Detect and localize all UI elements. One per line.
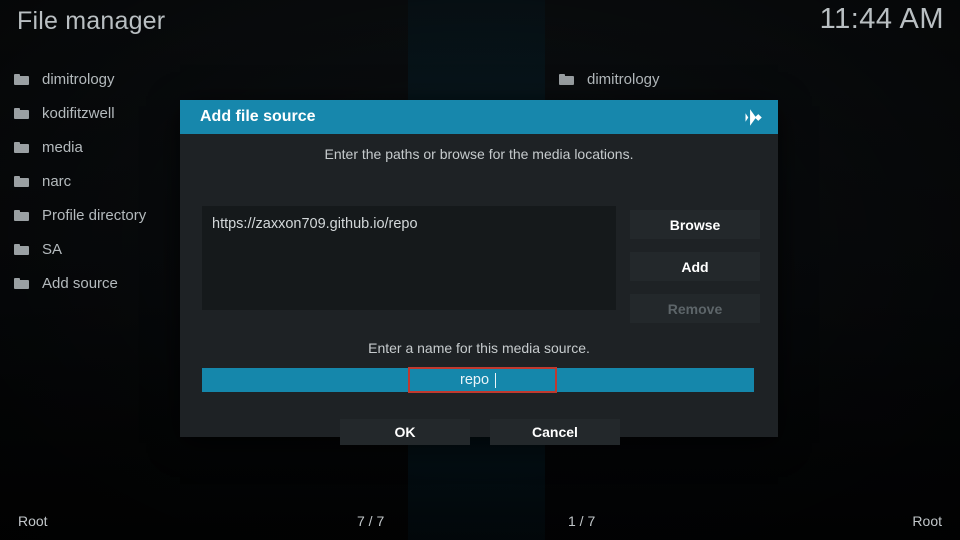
list-item-label: dimitrology [42, 70, 115, 88]
folder-icon [14, 209, 29, 221]
browse-button[interactable]: Browse [630, 210, 760, 239]
dialog-title: Add file source [200, 108, 316, 125]
path-list-item[interactable]: https://zaxxon709.github.io/repo [212, 216, 418, 232]
folder-icon [14, 141, 29, 153]
page-title: File manager [17, 7, 166, 35]
remove-button: Remove [630, 294, 760, 323]
dialog-body: Enter the paths or browse for the media … [180, 134, 778, 445]
list-item-label: Profile directory [42, 206, 147, 224]
add-file-source-dialog: Add file source Enter the paths or brows… [180, 100, 778, 445]
list-item-label: dimitrology [587, 70, 660, 88]
source-name-value: repo [459, 372, 490, 388]
kodi-logo-icon [742, 107, 763, 128]
header-bar: File manager 11:44 AM [0, 0, 960, 52]
folder-icon [14, 107, 29, 119]
clock: 11:44 AM [819, 3, 944, 35]
folder-icon [14, 277, 29, 289]
path-list-box[interactable]: https://zaxxon709.github.io/repo [202, 206, 616, 310]
dialog-title-bar: Add file source [180, 100, 778, 134]
list-item-label: narc [42, 172, 72, 190]
name-prompt-label: Enter a name for this media source. [368, 340, 590, 356]
status-right-count: 1 / 7 [568, 513, 596, 529]
paths-prompt-label: Enter the paths or browse for the media … [324, 146, 634, 162]
status-left-count: 7 / 7 [357, 513, 385, 529]
folder-icon [14, 73, 29, 85]
source-name-input[interactable]: repo [202, 368, 754, 392]
status-bar: Root 7 / 7 1 / 7 Root [0, 502, 960, 540]
folder-icon [559, 73, 574, 85]
folder-icon [14, 243, 29, 255]
status-right-location: Root [912, 513, 942, 529]
kodi-screen: File manager 11:44 AM dimitrology kodifi… [0, 0, 960, 540]
list-item-label: Add source [42, 274, 118, 292]
folder-icon [14, 175, 29, 187]
status-left-location: Root [18, 513, 48, 529]
list-item-label: SA [42, 240, 63, 258]
text-caret [495, 372, 497, 388]
list-item-label: media [42, 138, 83, 156]
ok-button[interactable]: OK [340, 419, 470, 445]
add-button[interactable]: Add [630, 252, 760, 281]
list-item[interactable]: dimitrology [0, 62, 408, 96]
list-item-label: kodifitzwell [42, 104, 115, 122]
cancel-button[interactable]: Cancel [490, 419, 620, 445]
list-item[interactable]: dimitrology [545, 62, 960, 96]
